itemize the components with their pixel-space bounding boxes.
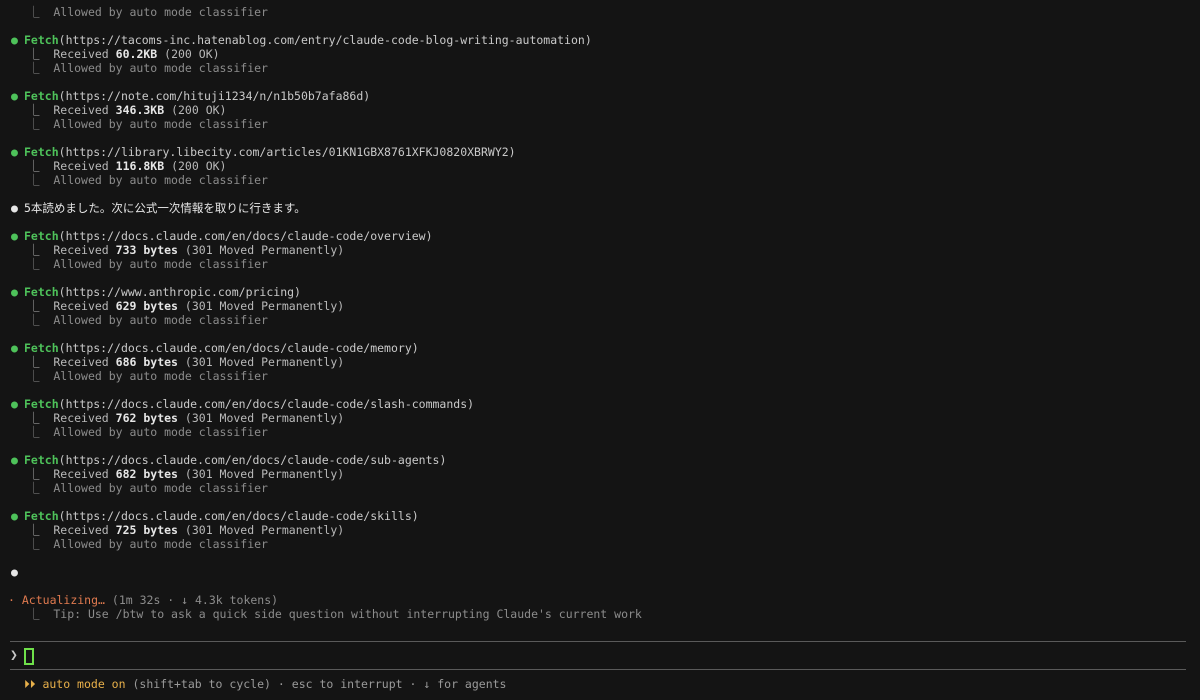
received-line: ⎿ Received 346.3KB (200 OK) — [28, 103, 227, 117]
received-line: ⎿ Received 629 bytes (301 Moved Permanen… — [28, 299, 345, 313]
received-line: ⎿ Received 686 bytes (301 Moved Permanen… — [28, 355, 345, 369]
fetch-header: Fetch(https://www.anthropic.com/pricing) — [24, 285, 301, 299]
bullet-icon: ● — [11, 89, 18, 103]
allowed-line: ⎿ Allowed by auto mode classifier — [28, 5, 268, 19]
received-status: (200 OK) — [171, 159, 227, 173]
fetch-header: Fetch(https://docs.claude.com/en/docs/cl… — [24, 229, 433, 243]
interrupt-hint: esc to interrupt — [291, 677, 403, 691]
pending-bullet-icon: ● — [11, 565, 18, 579]
fetch-url: https://docs.claude.com/en/docs/claude-c… — [65, 341, 412, 355]
received-size: 116.8KB — [115, 159, 165, 173]
bullet-icon: ● — [11, 285, 18, 299]
tool-name: Fetch — [24, 397, 59, 411]
received-size: 762 bytes — [115, 411, 178, 425]
fetch-url: https://www.anthropic.com/pricing — [65, 285, 295, 299]
fetch-url: https://docs.claude.com/en/docs/claude-c… — [65, 453, 440, 467]
status-footer: ⏵⏵ auto mode on (shift+tab to cycle) · e… — [24, 677, 507, 691]
received-status: (301 Moved Permanently) — [184, 467, 345, 481]
status-meta: (1m 32s · ↓ 4.3k tokens) — [111, 593, 279, 607]
tool-name: Fetch — [24, 509, 59, 523]
fetch-header: Fetch(https://note.com/hituji1234/n/n1b5… — [24, 89, 371, 103]
received-size: 60.2KB — [115, 47, 158, 61]
tool-name: Fetch — [24, 145, 59, 159]
received-line: ⎿ Received 733 bytes (301 Moved Permanen… — [28, 243, 345, 257]
received-status: (301 Moved Permanently) — [184, 355, 345, 369]
allowed-line: ⎿ Allowed by auto mode classifier — [28, 313, 268, 327]
received-line: ⎿ Received 116.8KB (200 OK) — [28, 159, 227, 173]
fetch-url: https://tacoms-inc.hatenablog.com/entry/… — [65, 33, 585, 47]
agents-icon: ↓ — [423, 677, 431, 691]
tool-name: Fetch — [24, 33, 59, 47]
fetch-url: https://note.com/hituji1234/n/n1b50b7afa… — [65, 89, 364, 103]
received-status: (301 Moved Permanently) — [184, 299, 345, 313]
received-status: (301 Moved Permanently) — [184, 411, 345, 425]
allowed-line: ⎿ Allowed by auto mode classifier — [28, 481, 268, 495]
received-size: 733 bytes — [115, 243, 178, 257]
message-bullet-icon: ● — [11, 201, 18, 215]
received-size: 686 bytes — [115, 355, 178, 369]
allowed-line: ⎿ Allowed by auto mode classifier — [28, 537, 268, 551]
fetch-header: Fetch(https://docs.claude.com/en/docs/cl… — [24, 509, 419, 523]
tool-name: Fetch — [24, 341, 59, 355]
fetch-header: Fetch(https://tacoms-inc.hatenablog.com/… — [24, 33, 592, 47]
bullet-icon: ● — [11, 145, 18, 159]
spinner-icon: · — [8, 593, 15, 607]
tool-name: Fetch — [24, 229, 59, 243]
received-line: ⎿ Received 725 bytes (301 Moved Permanen… — [28, 523, 345, 537]
auto-mode-icon: ⏵⏵ — [24, 677, 36, 691]
received-size: 346.3KB — [115, 103, 165, 117]
prompt-input-cursor[interactable] — [24, 648, 34, 665]
fetch-header: Fetch(https://docs.claude.com/en/docs/cl… — [24, 341, 419, 355]
allowed-line: ⎿ Allowed by auto mode classifier — [28, 61, 268, 75]
assistant-message: 5本読めました。次に公式一次情報を取りに行きます。 — [24, 201, 306, 215]
bullet-icon: ● — [11, 509, 18, 523]
fetch-url: https://docs.claude.com/en/docs/claude-c… — [65, 229, 426, 243]
terminal-window: ⎿ Allowed by auto mode classifier ● Fetc… — [0, 0, 1200, 700]
allowed-line: ⎿ Allowed by auto mode classifier — [28, 425, 268, 439]
fetch-header: Fetch(https://docs.claude.com/en/docs/cl… — [24, 397, 475, 411]
allowed-line: ⎿ Allowed by auto mode classifier — [28, 369, 268, 383]
fetch-url: https://docs.claude.com/en/docs/claude-c… — [65, 509, 412, 523]
input-top-divider — [10, 641, 1186, 642]
tip-line: ⎿ Tip: Use /btw to ask a quick side ques… — [28, 607, 642, 621]
bullet-icon: ● — [11, 229, 18, 243]
tool-name: Fetch — [24, 285, 59, 299]
received-line: ⎿ Received 682 bytes (301 Moved Permanen… — [28, 467, 345, 481]
received-size: 629 bytes — [115, 299, 178, 313]
fetch-url: https://library.libecity.com/articles/01… — [65, 145, 509, 159]
received-status: (200 OK) — [164, 47, 220, 61]
allowed-line: ⎿ Allowed by auto mode classifier — [28, 257, 268, 271]
received-status: (301 Moved Permanently) — [184, 243, 345, 257]
auto-mode-label[interactable]: auto mode on — [42, 677, 125, 691]
allowed-line: ⎿ Allowed by auto mode classifier — [28, 117, 268, 131]
input-bottom-divider — [10, 669, 1186, 670]
tool-name: Fetch — [24, 453, 59, 467]
tool-name: Fetch — [24, 89, 59, 103]
received-line: ⎿ Received 60.2KB (200 OK) — [28, 47, 220, 61]
received-size: 682 bytes — [115, 467, 178, 481]
fetch-header: Fetch(https://library.libecity.com/artic… — [24, 145, 516, 159]
received-line: ⎿ Received 762 bytes (301 Moved Permanen… — [28, 411, 345, 425]
bullet-icon: ● — [11, 453, 18, 467]
received-size: 725 bytes — [115, 523, 178, 537]
fetch-url: https://docs.claude.com/en/docs/claude-c… — [65, 397, 468, 411]
prompt-chevron-icon: ❯ — [10, 648, 18, 663]
bullet-icon: ● — [11, 341, 18, 355]
allowed-line: ⎿ Allowed by auto mode classifier — [28, 173, 268, 187]
bullet-icon: ● — [11, 33, 18, 47]
received-status: (200 OK) — [171, 103, 227, 117]
status-label: Actualizing… — [21, 593, 105, 607]
bullet-icon: ● — [11, 397, 18, 411]
agents-hint: for agents — [437, 677, 507, 691]
fetch-header: Fetch(https://docs.claude.com/en/docs/cl… — [24, 453, 447, 467]
status-line: · Actualizing… (1m 32s · ↓ 4.3k tokens) — [8, 593, 278, 607]
mode-hint: (shift+tab to cycle) — [132, 677, 271, 691]
received-status: (301 Moved Permanently) — [184, 523, 345, 537]
